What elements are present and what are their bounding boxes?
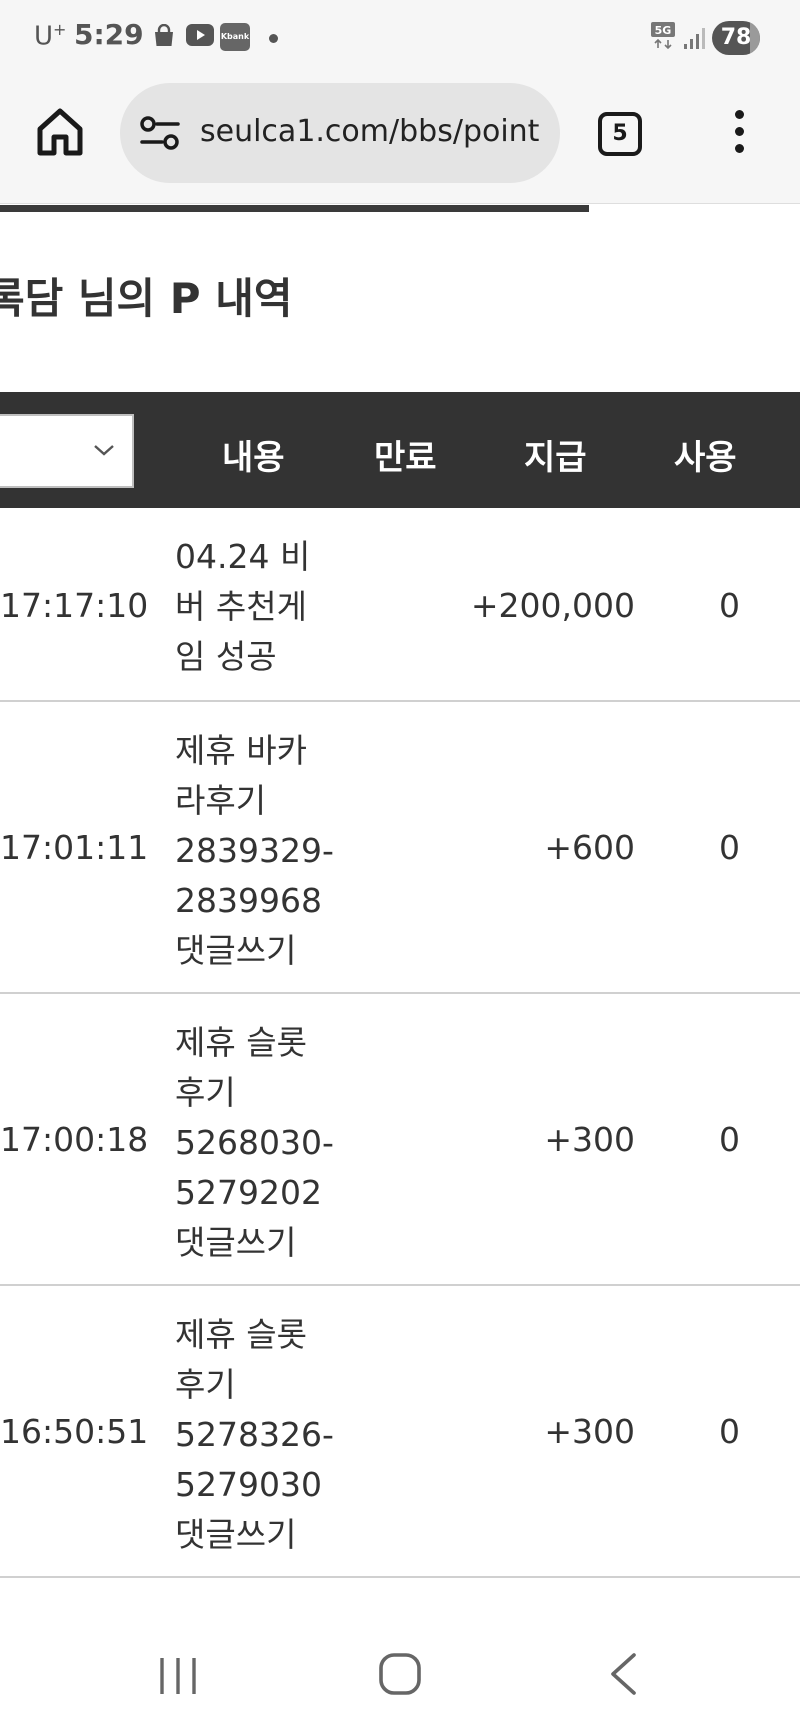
- tab-switcher-icon[interactable]: 5: [598, 112, 642, 156]
- header-expire: 만료: [374, 438, 437, 478]
- row-content: 제휴 바카 라후기 2839329- 2839968 댓글쓰기: [175, 731, 334, 970]
- row-paid: +600: [544, 828, 635, 867]
- back-icon[interactable]: [608, 1652, 638, 1696]
- header-used: 사용: [674, 438, 737, 478]
- date-filter-select[interactable]: [0, 414, 134, 488]
- home-icon[interactable]: [34, 105, 86, 157]
- row-used: 0: [719, 586, 740, 625]
- browser-toolbar: seulca1.com/bbs/point.php 5: [0, 76, 800, 204]
- row-time: 17:01:11: [0, 828, 149, 867]
- signal-icon: [684, 28, 705, 49]
- nav-home-icon[interactable]: [378, 1652, 422, 1696]
- table-row-partial: 제휴 슬롯: [0, 1580, 800, 1620]
- network-5g-icon: 5G: [651, 22, 675, 50]
- table-row: 17:00:18 제휴 슬롯 후기 5268030- 5279202 댓글쓰기 …: [0, 994, 800, 1286]
- row-time: 16:50:51: [0, 1412, 149, 1451]
- carrier-label: U+: [34, 20, 67, 52]
- more-vert-icon[interactable]: [726, 110, 752, 158]
- row-paid: +300: [544, 1412, 635, 1451]
- tune-icon[interactable]: [140, 115, 180, 151]
- row-paid: +200,000: [470, 586, 635, 625]
- battery-indicator: 78: [712, 21, 760, 55]
- row-content: 04.24 비 버 추천게 임 성공: [175, 537, 311, 676]
- table-header: 내용 만료 지급 사용: [0, 392, 800, 508]
- page-load-progress: [0, 205, 589, 212]
- shopping-bag-icon: [155, 24, 173, 46]
- system-nav-bar: [0, 1616, 800, 1734]
- page-title: 록담 님의 P 내역: [0, 274, 293, 323]
- row-used: 0: [719, 1412, 740, 1451]
- recent-apps-icon[interactable]: [158, 1656, 198, 1696]
- row-time: 17:00:18: [0, 1120, 149, 1159]
- table-row: 17:01:11 제휴 바카 라후기 2839329- 2839968 댓글쓰기…: [0, 702, 800, 994]
- chevron-down-icon: [94, 445, 114, 456]
- header-paid: 지급: [524, 438, 587, 478]
- points-table-body: 17:17:10 04.24 비 버 추천게 임 성공 +200,000 0 1…: [0, 508, 800, 1578]
- header-content: 내용: [222, 438, 285, 478]
- row-paid: +300: [544, 1120, 635, 1159]
- kbank-icon: Kbank: [220, 23, 250, 51]
- svg-text:5G: 5G: [655, 24, 672, 37]
- row-content: 제휴 슬롯 후기 5278326- 5279030 댓글쓰기: [175, 1315, 334, 1554]
- row-used: 0: [719, 1120, 740, 1159]
- row-content: 제휴 슬롯 후기 5268030- 5279202 댓글쓰기: [175, 1023, 334, 1262]
- row-used: 0: [719, 828, 740, 867]
- status-time: 5:29: [74, 18, 144, 51]
- table-row: 17:17:10 04.24 비 버 추천게 임 성공 +200,000 0: [0, 508, 800, 702]
- row-time: 17:17:10: [0, 586, 149, 625]
- status-bar: U+ 5:29 Kbank 5G 78: [0, 0, 800, 76]
- notification-dot-icon: [269, 34, 278, 43]
- table-row: 16:50:51 제휴 슬롯 후기 5278326- 5279030 댓글쓰기 …: [0, 1286, 800, 1578]
- youtube-icon: [186, 24, 214, 46]
- url-text[interactable]: seulca1.com/bbs/point.php: [200, 114, 540, 154]
- address-bar[interactable]: seulca1.com/bbs/point.php: [120, 83, 560, 183]
